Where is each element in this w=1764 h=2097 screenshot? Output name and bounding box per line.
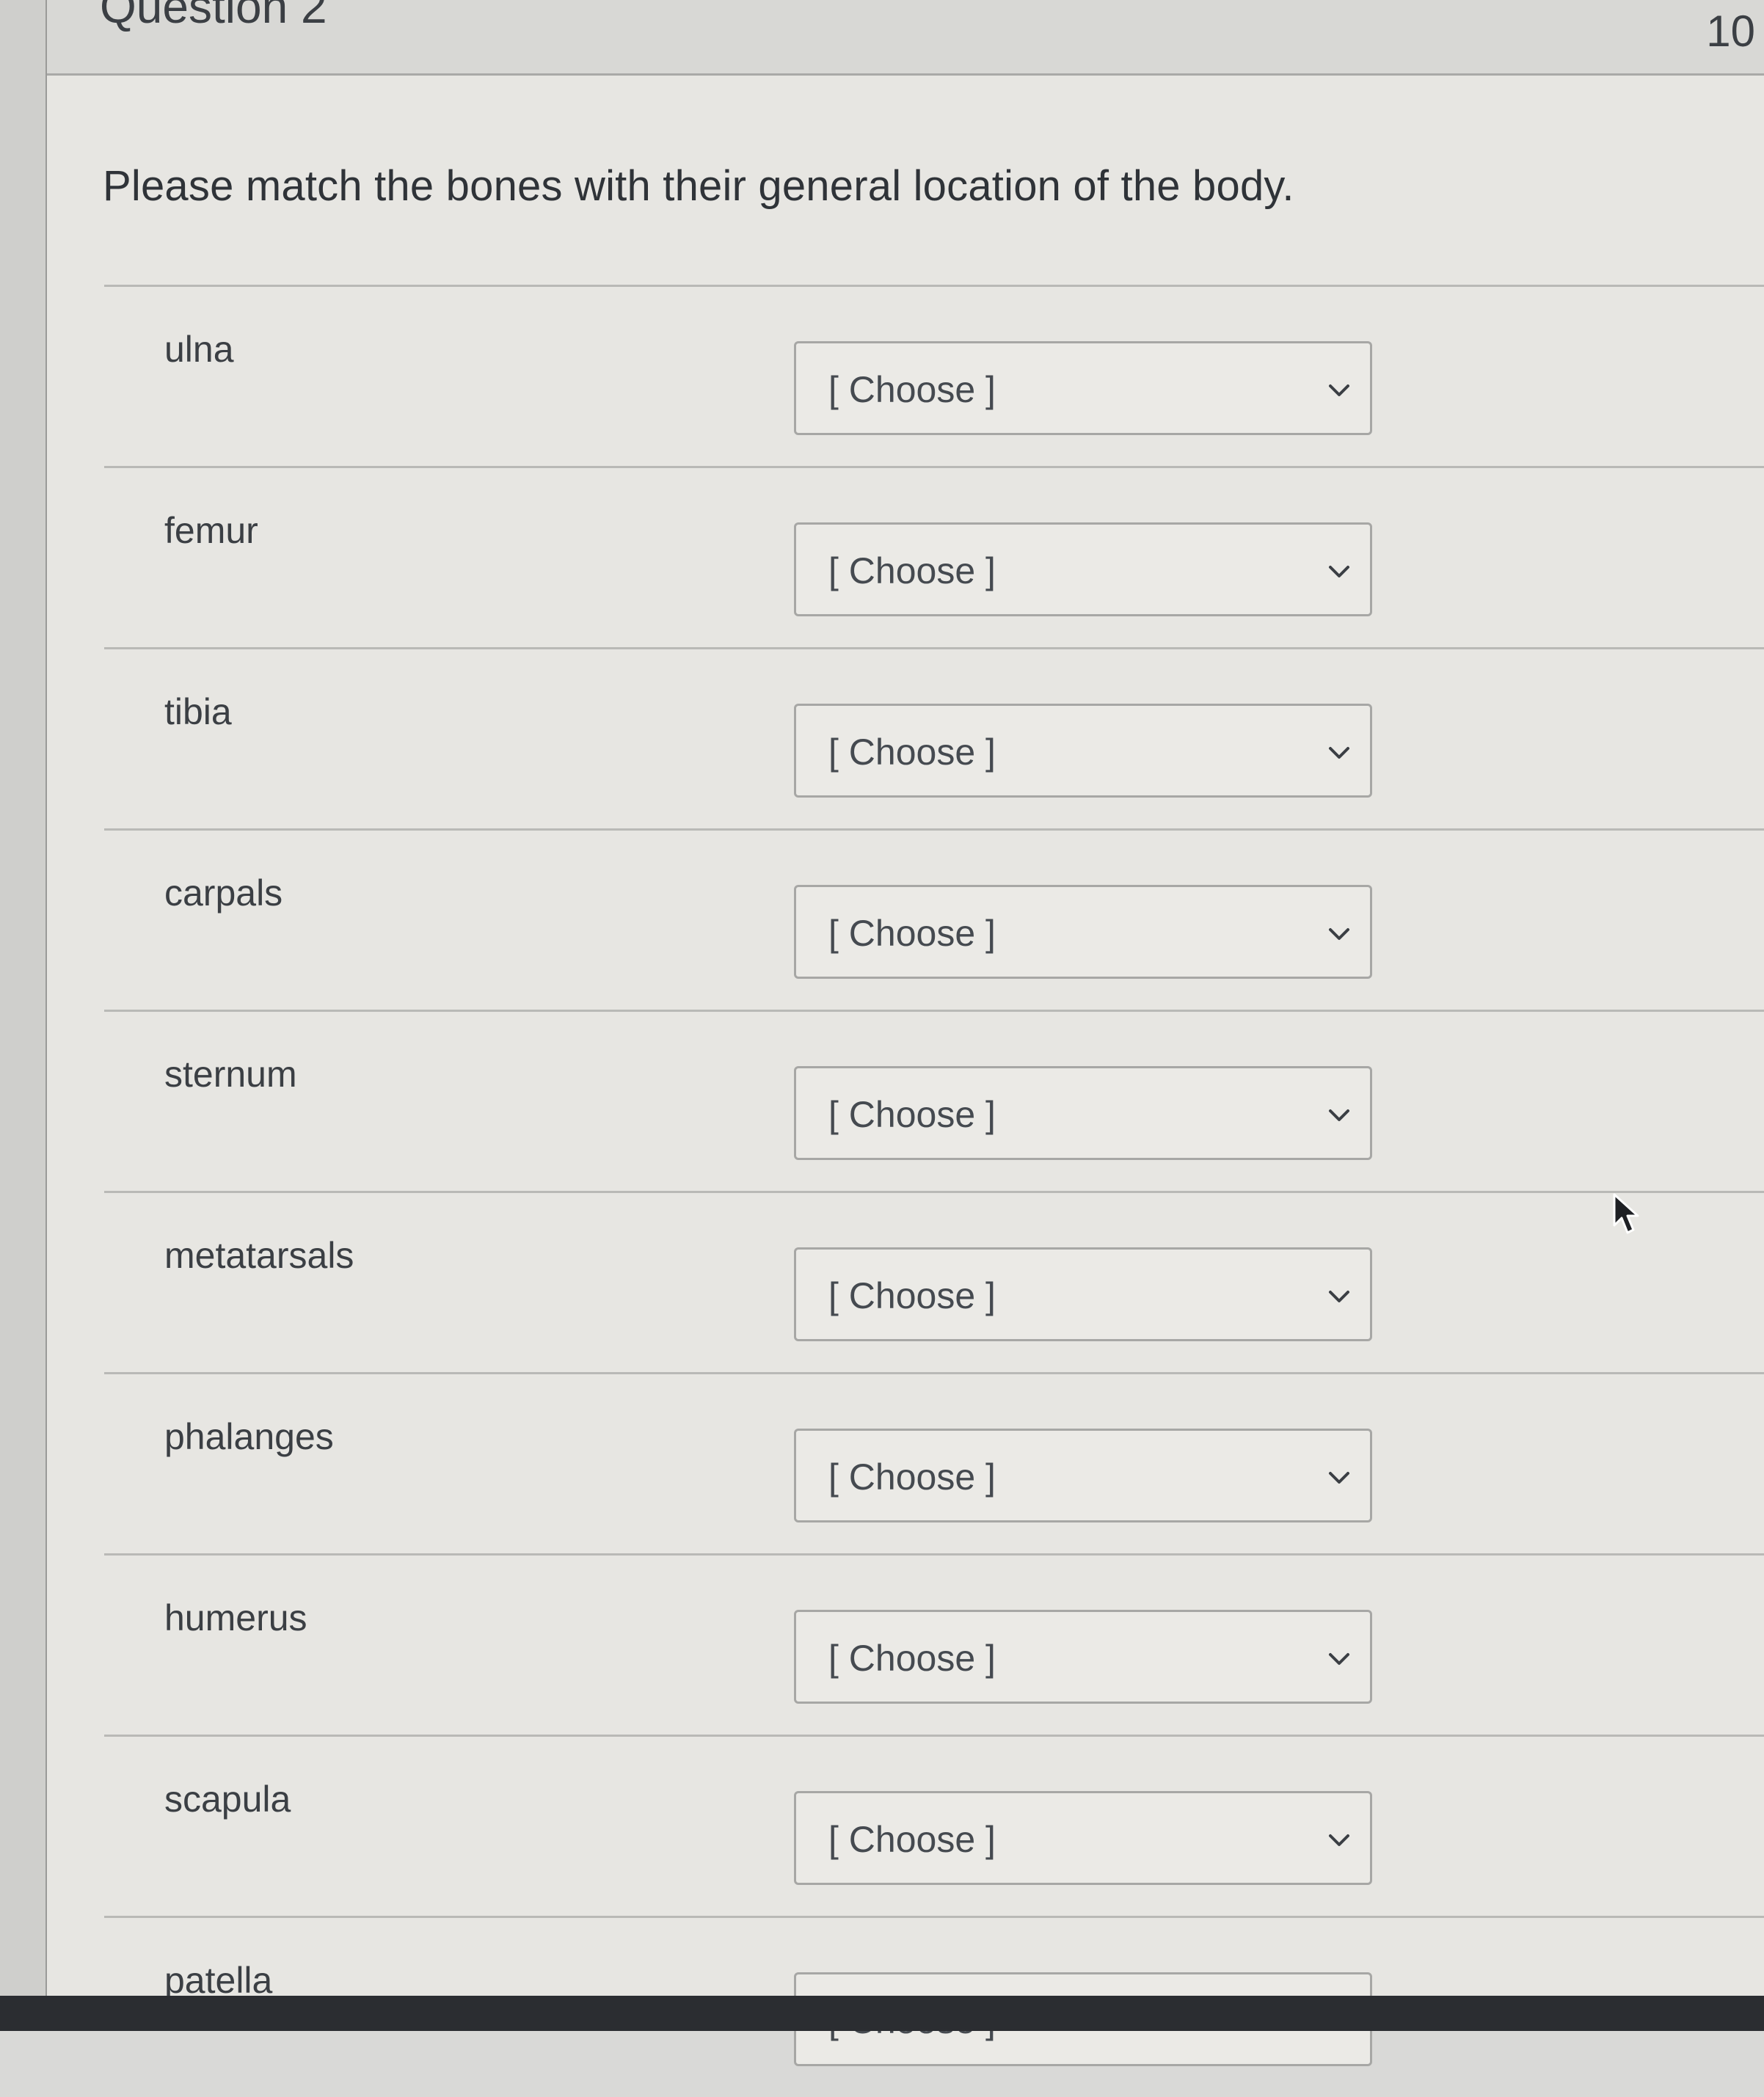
match-row: femur [ Choose ]	[104, 466, 1764, 647]
mouse-cursor-icon	[1613, 1193, 1639, 1234]
bone-label: scapula	[164, 1779, 291, 1820]
bone-label: humerus	[164, 1597, 307, 1638]
match-row: scapula [ Choose ]	[104, 1735, 1764, 1916]
question-title: Question 2	[100, 0, 327, 33]
chevron-down-icon	[1329, 1653, 1349, 1665]
screen-bottom-bezel	[0, 1996, 1764, 2031]
chevron-down-icon	[1329, 1834, 1349, 1846]
match-row: humerus [ Choose ]	[104, 1553, 1764, 1735]
bone-label: carpals	[164, 872, 283, 913]
select-value: [ Choose ]	[828, 1819, 996, 1860]
select-value: [ Choose ]	[828, 1275, 996, 1316]
select-value: [ Choose ]	[828, 550, 996, 591]
select-value: [ Choose ]	[828, 1638, 996, 1679]
location-select[interactable]: [ Choose ]	[794, 341, 1372, 435]
bone-label: tibia	[164, 691, 232, 732]
location-select[interactable]: [ Choose ]	[794, 1247, 1372, 1341]
chevron-down-icon	[1329, 1109, 1349, 1121]
location-select[interactable]: [ Choose ]	[794, 1610, 1372, 1704]
location-select[interactable]: [ Choose ]	[794, 1429, 1372, 1522]
location-select[interactable]: [ Choose ]	[794, 704, 1372, 798]
question-header: Question 2 10	[47, 0, 1764, 76]
chevron-down-icon	[1329, 1291, 1349, 1302]
match-row: metatarsals [ Choose ]	[104, 1191, 1764, 1372]
match-row: sternum [ Choose ]	[104, 1010, 1764, 1191]
select-value: [ Choose ]	[828, 369, 996, 410]
question-prompt: Please match the bones with their genera…	[103, 162, 1294, 210]
select-value: [ Choose ]	[828, 1456, 996, 1498]
bone-label: phalanges	[164, 1416, 334, 1457]
left-gutter	[0, 0, 48, 1996]
match-row: ulna [ Choose ]	[104, 285, 1764, 466]
chevron-down-icon	[1329, 747, 1349, 759]
bone-label: femur	[164, 510, 258, 551]
chevron-down-icon	[1329, 384, 1349, 396]
location-select[interactable]: [ Choose ]	[794, 885, 1372, 979]
chevron-down-icon	[1329, 566, 1349, 577]
question-card: Question 2 10 Please match the bones wit…	[47, 0, 1764, 2066]
location-select[interactable]: [ Choose ]	[794, 522, 1372, 616]
location-select[interactable]: [ Choose ]	[794, 1066, 1372, 1160]
matching-rows: ulna [ Choose ] femur [ Choose ] tibia […	[104, 285, 1764, 2097]
bone-label: ulna	[164, 329, 234, 370]
select-value: [ Choose ]	[828, 1094, 996, 1135]
chevron-down-icon	[1329, 928, 1349, 940]
select-value: [ Choose ]	[828, 732, 996, 773]
match-row: carpals [ Choose ]	[104, 828, 1764, 1010]
bone-label: sternum	[164, 1054, 297, 1095]
bone-label: metatarsals	[164, 1235, 354, 1276]
question-points: 10	[1706, 7, 1755, 56]
chevron-down-icon	[1329, 1472, 1349, 1484]
location-select[interactable]: [ Choose ]	[794, 1791, 1372, 1885]
select-value: [ Choose ]	[828, 913, 996, 954]
match-row: tibia [ Choose ]	[104, 647, 1764, 828]
match-row: phalanges [ Choose ]	[104, 1372, 1764, 1553]
